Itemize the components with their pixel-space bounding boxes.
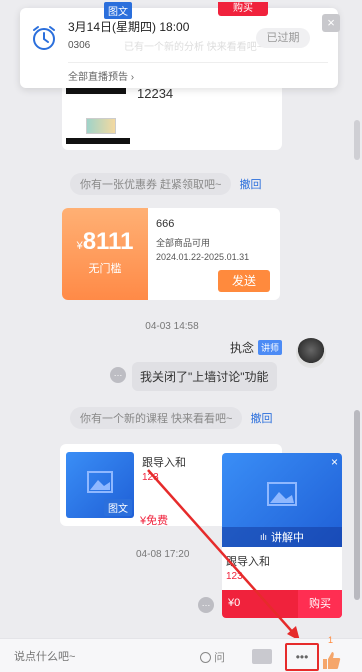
radio-circle-icon bbox=[200, 651, 211, 663]
thumbs-up-icon bbox=[323, 652, 341, 669]
bottom-toolbar: 问 ••• 1 bbox=[0, 635, 362, 672]
ask-label: 问 bbox=[214, 652, 225, 664]
folder-icon[interactable] bbox=[252, 649, 272, 664]
like-button[interactable]: 1 bbox=[320, 635, 342, 671]
chat-input[interactable] bbox=[14, 647, 194, 667]
ask-toggle[interactable]: 问 bbox=[200, 649, 225, 665]
more-button[interactable]: ••• bbox=[285, 643, 319, 671]
more-dots-icon: ••• bbox=[295, 650, 309, 664]
annotation-arrow bbox=[147, 469, 300, 638]
chat-feed[interactable]: 12234 你有一张优惠券 赶紧领取吧~ 撤回 ¥ 8111 无门槛 666 全… bbox=[0, 0, 362, 638]
like-count: 1 bbox=[328, 635, 334, 645]
